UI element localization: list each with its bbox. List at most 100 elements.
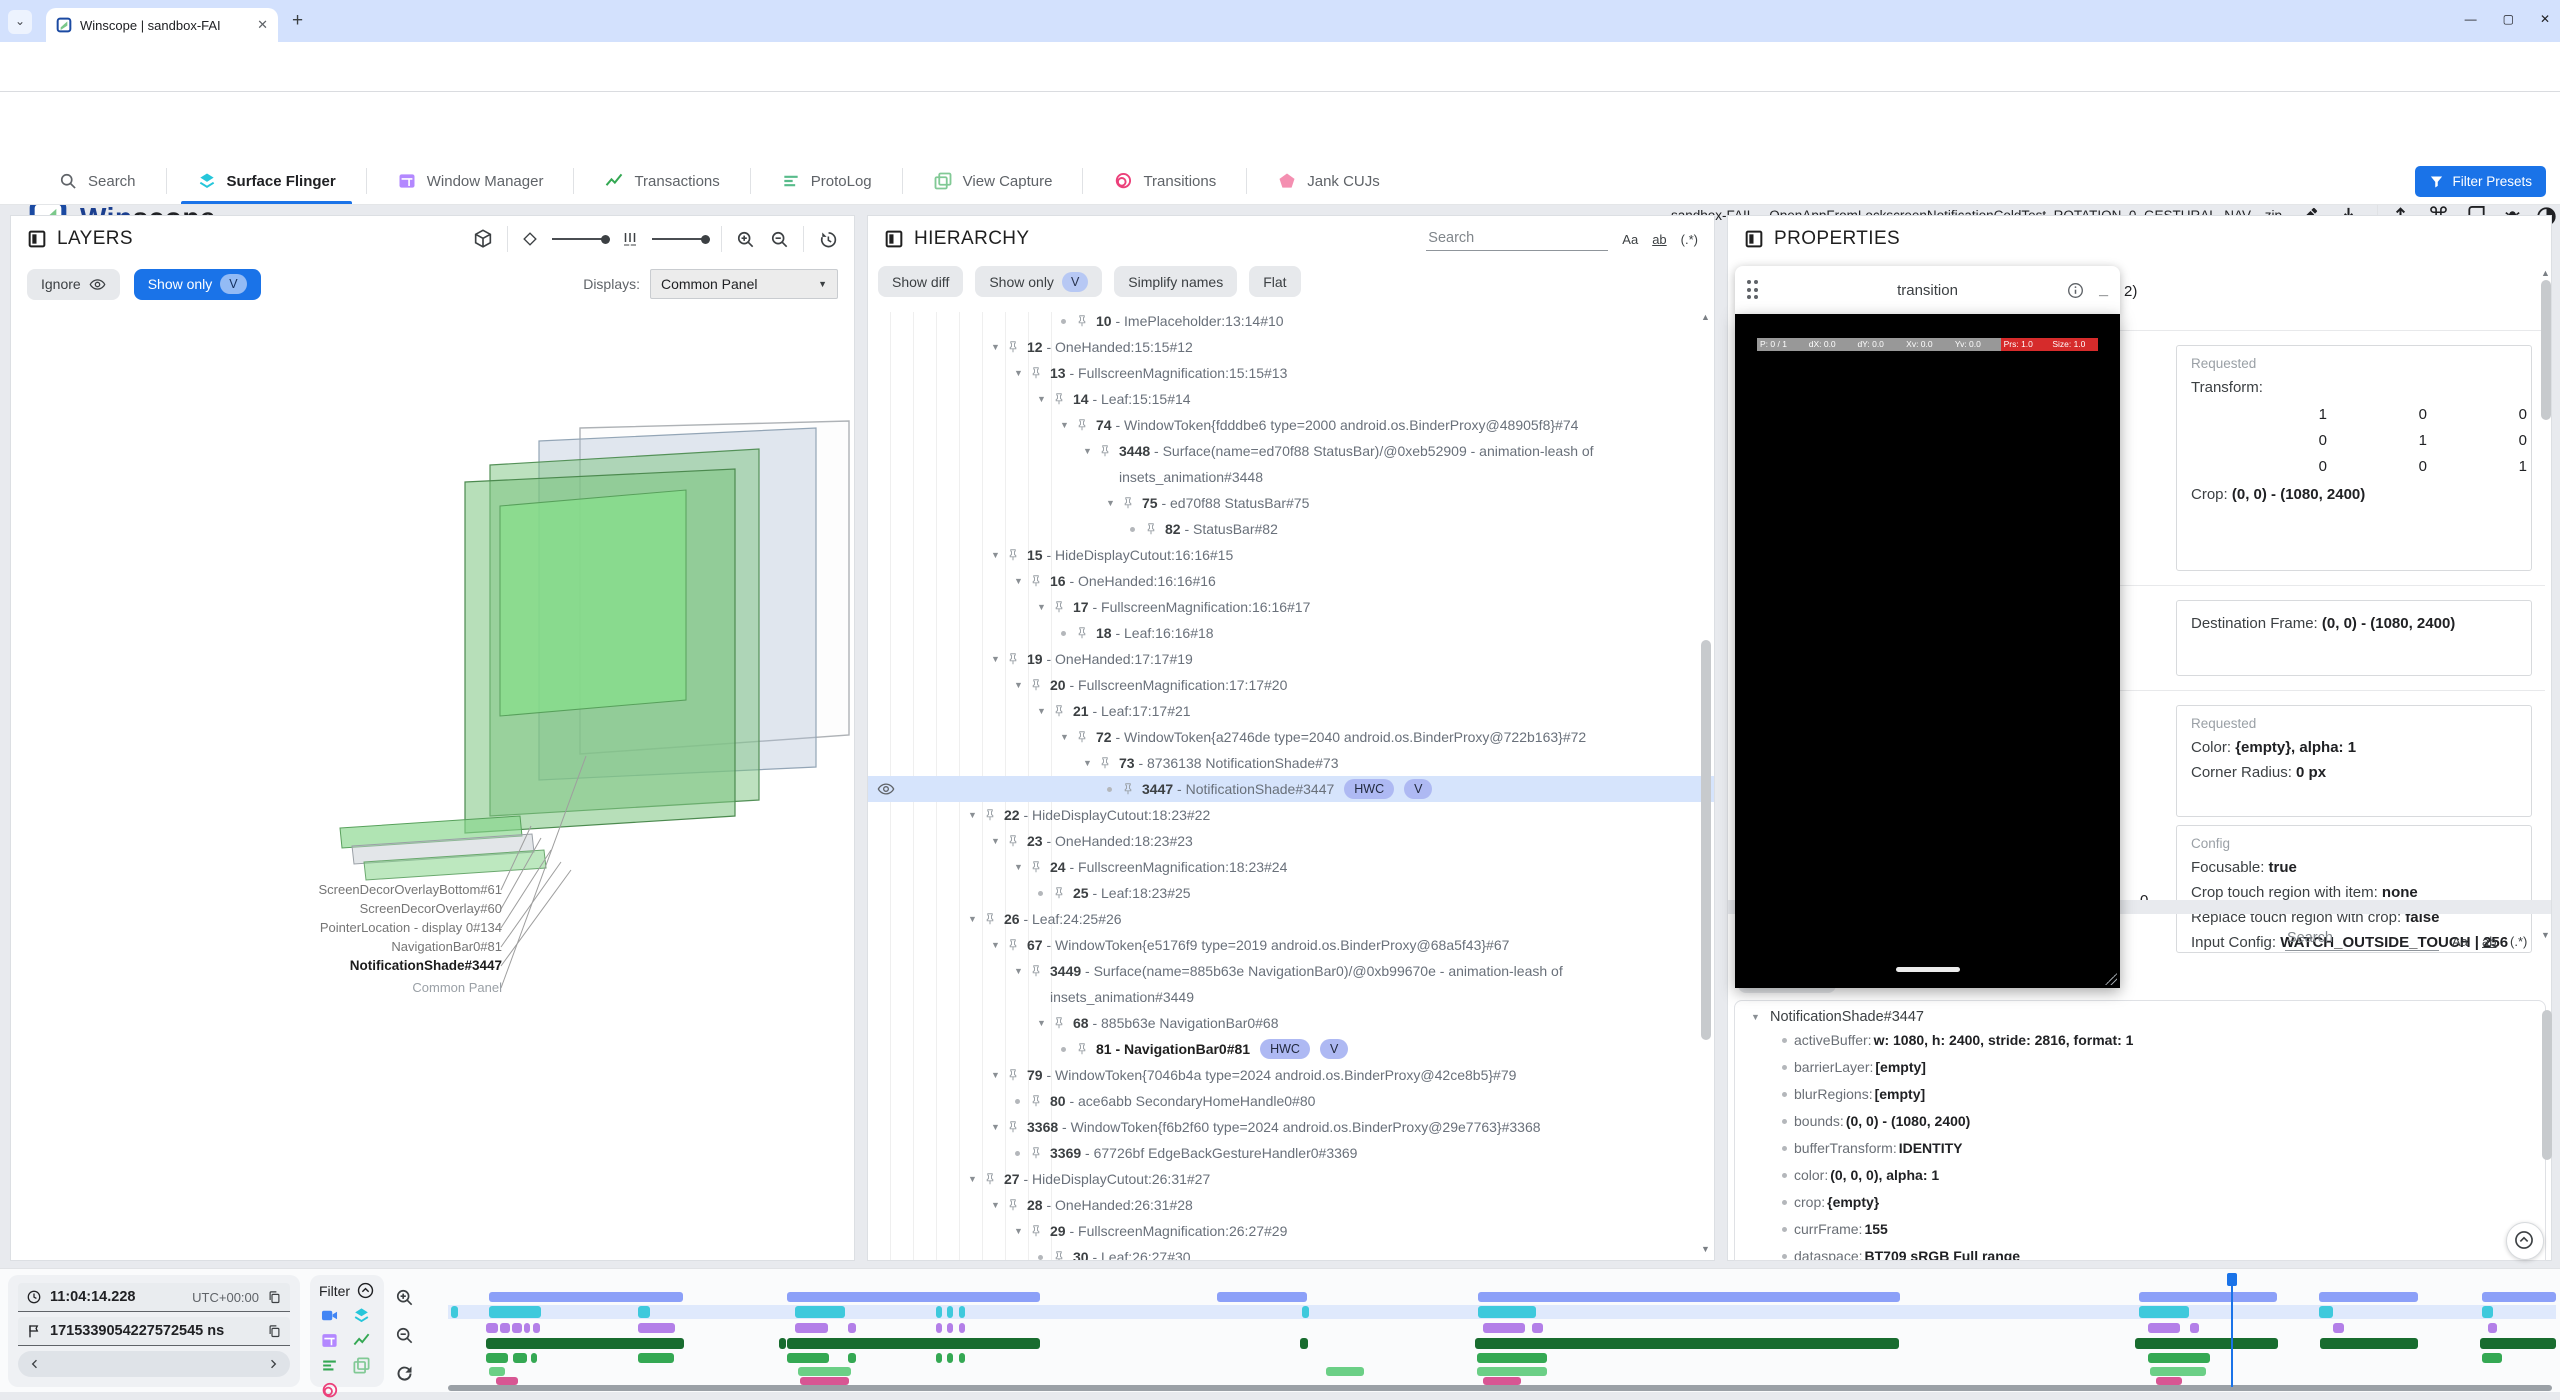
panel-icon[interactable] <box>27 229 47 249</box>
window-manager-event[interactable] <box>947 1323 953 1333</box>
property-item-bufferTransform[interactable]: bufferTransform: IDENTITY <box>1747 1135 2533 1162</box>
tree-node-73[interactable]: ▼73 - 8736138 NotificationShade#73 <box>868 750 1714 776</box>
surface-flinger-event[interactable] <box>795 1306 845 1318</box>
simplify-names-chip[interactable]: Simplify names <box>1114 266 1237 297</box>
surface-flinger-icon[interactable] <box>352 1306 371 1325</box>
property-item-color[interactable]: color: (0, 0, 0), alpha: 1 <box>1747 1162 2533 1189</box>
protolog-event[interactable] <box>513 1353 527 1363</box>
pin-icon[interactable] <box>1052 1250 1066 1260</box>
tree-node-16[interactable]: ▼16 - OneHanded:16:16#16 <box>868 568 1714 594</box>
expand-arrow-icon[interactable]: ▼ <box>1010 1218 1027 1244</box>
tree-node-3449[interactable]: ▼3449 - Surface(name=885b63e NavigationB… <box>868 958 1714 1010</box>
tree-node-21[interactable]: ▼21 - Leaf:17:17#21 <box>868 698 1714 724</box>
transactions-event[interactable] <box>787 1338 1040 1349</box>
show-only-chip[interactable]: Show only V <box>134 269 261 300</box>
expand-arrow-icon[interactable]: ▼ <box>987 1062 1004 1088</box>
tree-node-3368[interactable]: ▼3368 - WindowToken{f6b2f60 type=2024 an… <box>868 1114 1714 1140</box>
pin-icon[interactable] <box>1006 340 1020 354</box>
match-case-icon[interactable]: Aa <box>1622 232 1638 247</box>
view-capture-event[interactable] <box>1326 1367 1364 1376</box>
protolog-event[interactable] <box>936 1353 942 1363</box>
minimize-overlay-icon[interactable]: _ <box>2099 281 2108 299</box>
transactions-event[interactable] <box>1300 1338 1308 1349</box>
tree-node-68[interactable]: ▼68 - 885b63e NavigationBar0#68 <box>868 1010 1714 1036</box>
window-manager-event[interactable] <box>936 1323 942 1333</box>
tab-close-icon[interactable]: ✕ <box>257 17 268 33</box>
tree-node-15[interactable]: ▼15 - HideDisplayCutout:16:16#15 <box>868 542 1714 568</box>
screen-recording-event[interactable] <box>787 1292 1040 1302</box>
transactions-event[interactable] <box>486 1338 684 1349</box>
tree-node-74[interactable]: ▼74 - WindowToken{fdddbe6 type=2000 andr… <box>868 412 1714 438</box>
tree-node-18[interactable]: 18 - Leaf:16:16#18 <box>868 620 1714 646</box>
transitions-event[interactable] <box>496 1377 518 1385</box>
window-manager-event[interactable] <box>2488 1323 2497 1333</box>
maximize-icon[interactable]: ▢ <box>2503 12 2514 26</box>
protolog-event[interactable] <box>2482 1353 2502 1363</box>
expand-arrow-icon[interactable]: ▼ <box>1079 438 1096 464</box>
transactions-event[interactable] <box>1475 1338 1899 1349</box>
property-item-blurRegions[interactable]: blurRegions: [empty] <box>1747 1081 2533 1108</box>
screen-recording-event[interactable] <box>2482 1292 2556 1302</box>
surface-flinger-event[interactable] <box>959 1306 965 1318</box>
window-manager-event[interactable] <box>2148 1323 2180 1333</box>
tab-transitions[interactable]: Transitions <box>1083 158 1246 204</box>
timeline-zoom-in-icon[interactable] <box>394 1287 415 1308</box>
protolog-event[interactable] <box>1477 1353 1547 1363</box>
pin-icon[interactable] <box>1029 574 1043 588</box>
window-manager-event[interactable] <box>512 1323 522 1333</box>
expand-arrow-icon[interactable]: ▼ <box>987 334 1004 360</box>
property-item-crop[interactable]: crop: {empty} <box>1747 1189 2533 1216</box>
resize-handle[interactable] <box>2105 973 2117 985</box>
tree-node-24[interactable]: ▼24 - FullscreenMagnification:18:23#24 <box>868 854 1714 880</box>
surface-flinger-event[interactable] <box>2482 1306 2493 1318</box>
pin-icon[interactable] <box>1006 938 1020 952</box>
protolog-event[interactable] <box>638 1353 674 1363</box>
new-tab-button[interactable]: + <box>292 12 303 30</box>
tree-node-22[interactable]: ▼22 - HideDisplayCutout:18:23#22 <box>868 802 1714 828</box>
expand-arrow-icon[interactable]: ▼ <box>1010 854 1027 880</box>
tree-node-75[interactable]: ▼75 - ed70f88 StatusBar#75 <box>868 490 1714 516</box>
surface-flinger-event[interactable] <box>1302 1306 1309 1318</box>
properties-root-node[interactable]: NotificationShade#3447 <box>1770 1009 1924 1025</box>
pin-icon[interactable] <box>1006 548 1020 562</box>
tree-node-3447[interactable]: 3447 - NotificationShade#3447HWCV <box>868 776 1714 802</box>
regex-icon[interactable]: (.*) <box>1681 232 1698 247</box>
tree-node-82[interactable]: 82 - StatusBar#82 <box>868 516 1714 542</box>
expand-arrow-icon[interactable]: ▼ <box>1010 958 1027 984</box>
expand-arrow-icon[interactable]: ▼ <box>1010 672 1027 698</box>
collapse-filter-icon[interactable] <box>356 1281 375 1300</box>
copy-icon[interactable] <box>267 1290 282 1305</box>
window-manager-event[interactable] <box>959 1323 965 1333</box>
pin-icon[interactable] <box>1121 782 1135 796</box>
expand-arrow-icon[interactable]: ▼ <box>964 1166 981 1192</box>
expand-arrow-icon[interactable]: ▼ <box>1033 1010 1050 1036</box>
pin-icon[interactable] <box>1029 1146 1043 1160</box>
expand-arrow-icon[interactable]: ▼ <box>1033 594 1050 620</box>
ignore-chip[interactable]: Ignore <box>27 269 120 300</box>
timeline-canvas[interactable] <box>448 1269 2556 1393</box>
tree-node-79[interactable]: ▼79 - WindowToken{7046b4a type=2024 andr… <box>868 1062 1714 1088</box>
view-capture-icon[interactable] <box>352 1356 371 1375</box>
expand-arrow-icon[interactable]: ▼ <box>987 542 1004 568</box>
transactions-icon[interactable] <box>352 1331 371 1350</box>
panel-icon[interactable] <box>884 229 904 249</box>
pin-icon[interactable] <box>983 912 997 926</box>
screen-recording-event[interactable] <box>1478 1292 1900 1302</box>
protolog-event[interactable] <box>848 1353 856 1363</box>
scroll-down-icon[interactable]: ▼ <box>2541 930 2550 940</box>
view-capture-event[interactable] <box>1477 1367 1547 1376</box>
transitions-event[interactable] <box>800 1377 849 1385</box>
info-icon[interactable] <box>2066 281 2085 300</box>
layer-label[interactable]: NotificationShade#3447 <box>172 958 502 973</box>
transactions-event[interactable] <box>779 1338 786 1349</box>
pin-icon[interactable] <box>1075 626 1089 640</box>
pin-icon[interactable] <box>1006 1198 1020 1212</box>
human-time-field[interactable]: 11:04:14.228 UTC+00:00 <box>18 1283 290 1312</box>
expand-arrow-icon[interactable]: ▼ <box>1010 360 1027 386</box>
pin-icon[interactable] <box>1029 1224 1043 1238</box>
surface-flinger-event[interactable] <box>2139 1306 2189 1318</box>
hierarchy-search-input[interactable]: Search <box>1426 228 1608 251</box>
expand-arrow-icon[interactable]: ▼ <box>1079 750 1096 776</box>
lower-scrollbar[interactable] <box>2542 1010 2552 1160</box>
pin-icon[interactable] <box>1052 392 1066 406</box>
